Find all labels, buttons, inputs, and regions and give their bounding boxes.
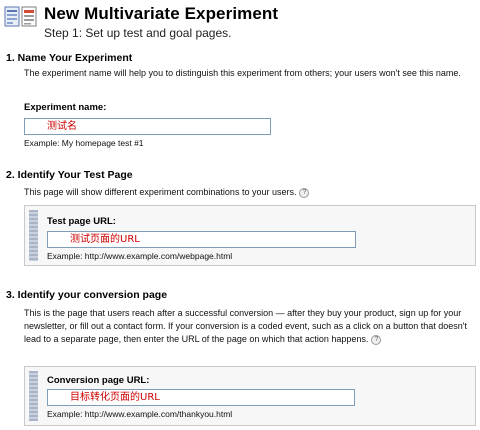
page-subtitle: Step 1: Set up test and goal pages. [44, 26, 232, 40]
section-3-description: This is the page that users reach after … [24, 308, 467, 344]
panel-accent-bar [29, 210, 38, 261]
conversion-page-url-input[interactable]: 目标转化页面的URL [47, 389, 355, 406]
section-1-title: 1. Name Your Experiment [6, 52, 133, 64]
section-3-description-row: This is the page that users reach after … [24, 307, 474, 346]
page-header: New Multivariate Experiment Step 1: Set … [4, 4, 474, 44]
conversion-page-url-example: Example: http://www.example.com/thankyou… [47, 409, 233, 419]
experiment-name-example: Example: My homepage test #1 [24, 138, 144, 148]
test-page-url-input[interactable]: 测试页面的URL [47, 231, 356, 248]
test-page-panel: Test page URL: 测试页面的URL Example: http://… [24, 205, 476, 266]
page-title: New Multivariate Experiment [44, 4, 279, 23]
section-2-description: This page will show different experiment… [24, 187, 297, 197]
section-3-title: 3. Identify your conversion page [6, 289, 168, 301]
test-page-url-example: Example: http://www.example.com/webpage.… [47, 251, 233, 261]
section-2-description-row: This page will show different experiment… [24, 186, 474, 199]
experiment-name-input[interactable]: 测试名 [24, 118, 271, 135]
section-1-description: The experiment name will help you to dis… [24, 68, 461, 78]
help-icon[interactable]: ? [371, 334, 382, 345]
panel-accent-bar [29, 371, 38, 421]
conversion-page-panel: Conversion page URL: 目标转化页面的URL Example:… [24, 366, 476, 426]
section-2-title: 2. Identify Your Test Page [6, 169, 133, 181]
experiment-name-label: Experiment name: [24, 102, 107, 113]
conversion-page-url-label: Conversion page URL: [47, 375, 150, 386]
help-icon[interactable]: ? [299, 187, 310, 198]
test-page-url-label: Test page URL: [47, 216, 116, 227]
experiment-logo-icon [4, 6, 37, 27]
